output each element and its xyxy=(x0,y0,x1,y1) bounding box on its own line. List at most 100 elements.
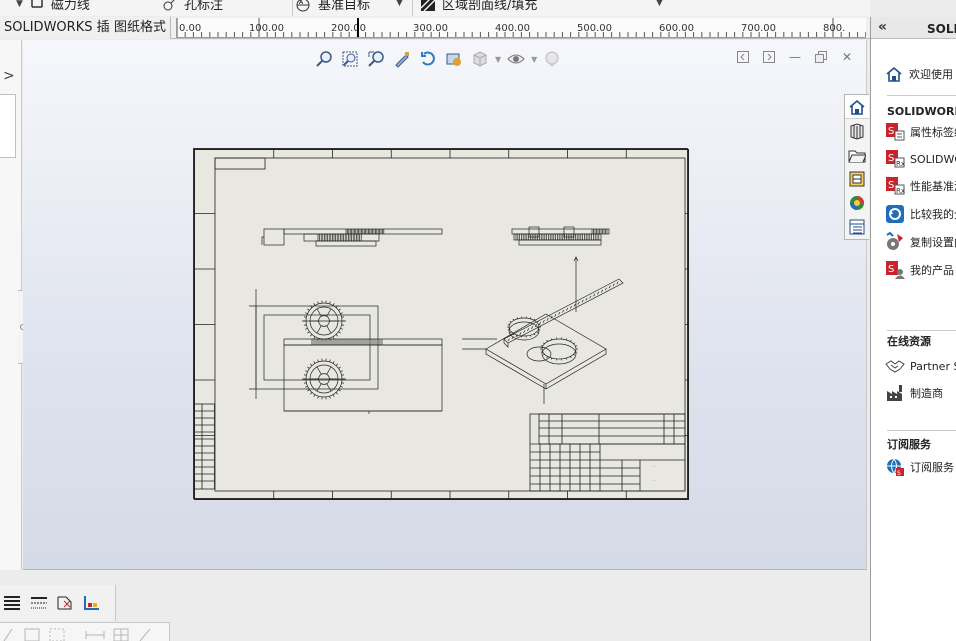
ruler-label: 0.00 xyxy=(179,23,201,34)
copy-settings-label: 复制设置向导 xyxy=(910,236,956,249)
tab-view-palette[interactable] xyxy=(845,167,869,191)
factory-icon xyxy=(887,385,902,401)
heads-up-view-toolbar: ▼ ▼ xyxy=(313,48,563,70)
rotate-view-button[interactable] xyxy=(417,49,439,69)
property-tab-builder-icon: S xyxy=(886,123,905,141)
cube-icon xyxy=(473,51,487,67)
dropdown-arrow-icon[interactable]: ▼ xyxy=(656,0,663,8)
magnet-line-command[interactable]: ▼ 磁力线 xyxy=(16,0,90,13)
benchmark-link[interactable]: SRx 性能基准测试 xyxy=(885,176,956,196)
ruler-label: 400.00 xyxy=(495,23,530,34)
view-orientation-button[interactable] xyxy=(469,49,491,69)
tab-solidworks-resources[interactable] xyxy=(845,95,869,119)
previous-view-button[interactable] xyxy=(365,49,387,69)
rotate-icon xyxy=(421,51,435,66)
svg-text:S: S xyxy=(888,264,894,275)
minimize-button[interactable]: — xyxy=(786,49,804,65)
color-display-icon[interactable] xyxy=(83,595,101,611)
subscription-services-link[interactable]: S 订阅服务 xyxy=(885,457,954,477)
tab-custom-properties[interactable] xyxy=(845,215,869,239)
solidworks-window: ▼ 磁力线 孔标注 A 基准目标 ▼ 区域剖面线/填充 ▼ SOLIDWORKS… xyxy=(0,0,956,641)
task-pane-tabs xyxy=(844,94,869,240)
ruler-label: 500.00 xyxy=(577,23,612,34)
drawing-sheet-canvas: . . . . . . xyxy=(194,149,689,500)
hatch-fill-command[interactable]: 区域剖面线/填充 xyxy=(420,0,537,13)
dropdown-arrow-icon[interactable]: ▼ xyxy=(16,0,23,9)
design-library-icon xyxy=(850,123,864,140)
hide-show-edges-icon[interactable] xyxy=(56,595,74,611)
compare-score-icon xyxy=(886,205,904,223)
subscription-services-label: 订阅服务 xyxy=(910,461,954,474)
graphics-area[interactable]: ▼ ▼ — ✕ . . . . . . xyxy=(23,40,867,570)
line-style-icon[interactable] xyxy=(30,595,48,611)
tab-appearances[interactable] xyxy=(845,191,869,215)
compare-score-link[interactable]: 比较我的分数 xyxy=(885,204,956,224)
restore-button[interactable] xyxy=(812,49,830,65)
zoom-area-icon xyxy=(342,51,358,67)
collapse-pane-icon[interactable]: « xyxy=(878,19,887,35)
tab-solidworks-addins[interactable]: SOLIDWORKS 插件 xyxy=(0,17,128,39)
datum-target-label: 基准目标 xyxy=(318,0,371,13)
hatch-fill-icon xyxy=(420,0,436,11)
tile-right-button[interactable] xyxy=(760,49,778,65)
eye-icon xyxy=(507,54,525,64)
ruler-ticks: 0.00 100.00 200.00 300.00 400.00 500.00 600.00… xyxy=(177,18,866,37)
dropdown-arrow-icon[interactable]: ▼ xyxy=(531,55,537,64)
section-view-button[interactable] xyxy=(391,49,413,69)
benchmark-label: 性能基准测试 xyxy=(910,180,956,193)
hide-show-items-button[interactable] xyxy=(505,49,527,69)
panel-stub xyxy=(0,94,16,158)
datum-target-icon: A xyxy=(296,0,310,11)
dropdown-arrow-icon[interactable]: ▼ xyxy=(396,0,403,8)
tile-left-button[interactable] xyxy=(734,49,752,65)
copy-settings-link[interactable]: 复制设置向导 xyxy=(885,232,956,252)
magnet-line-icon xyxy=(31,0,43,8)
feature-manager-collapsed: > xyxy=(0,40,30,570)
chevron-right-icon[interactable]: > xyxy=(3,68,15,84)
my-products-label: 我的产品 xyxy=(910,264,954,277)
property-tab-builder-link[interactable]: S 属性标签编制程序 xyxy=(885,122,956,142)
ruler-label: 100.00 xyxy=(249,23,284,34)
scene-button[interactable] xyxy=(541,49,563,69)
sketch-tools-icons xyxy=(3,628,151,641)
svg-text:. . .: . . . xyxy=(651,464,656,468)
bottom-toolbar xyxy=(0,585,116,621)
partner-solutions-link[interactable]: Partner Solutions xyxy=(885,356,956,376)
zoom-to-area-button[interactable] xyxy=(339,49,361,69)
tab-sheet-format[interactable]: 图纸格式 xyxy=(110,17,172,39)
my-products-link[interactable]: S 我的产品 xyxy=(885,260,954,280)
home-icon xyxy=(886,66,902,82)
display-style-button[interactable] xyxy=(443,49,465,69)
compare-score-label: 比较我的分数 xyxy=(910,208,956,221)
dropdown-arrow-icon[interactable]: ▼ xyxy=(495,55,501,64)
subscription-globe-icon: S xyxy=(887,458,904,477)
toolbar-separator xyxy=(292,0,293,16)
section-divider xyxy=(887,430,956,431)
horizontal-ruler: 0.00 100.00 200.00 300.00 400.00 500.00 600.00… xyxy=(176,18,866,38)
view-palette-icon xyxy=(849,171,865,187)
close-button[interactable]: ✕ xyxy=(838,49,856,65)
tab-file-explorer[interactable] xyxy=(845,143,869,167)
section-title-online: 在线资源 xyxy=(887,335,931,348)
tab-design-library[interactable] xyxy=(845,119,869,143)
zoom-to-fit-button[interactable] xyxy=(313,49,335,69)
magnet-line-label: 磁力线 xyxy=(50,0,90,13)
hole-callout-command[interactable]: 孔标注 xyxy=(162,0,223,13)
folder-icon xyxy=(848,150,866,163)
svg-text:S: S xyxy=(888,126,894,137)
solidworks-rx-link[interactable]: SRx SOLIDWORKS Rx xyxy=(885,149,956,169)
minimize-icon: — xyxy=(789,50,801,64)
line-weight-icon[interactable] xyxy=(3,595,21,611)
appearances-sphere-icon xyxy=(850,196,864,210)
benchmark-icon: S Rx xyxy=(886,177,905,195)
datum-target-command[interactable]: A 基准目标 xyxy=(296,0,370,13)
welcome-link[interactable]: 欢迎使用 xyxy=(885,65,953,83)
hatch-fill-label: 区域剖面线/填充 xyxy=(442,0,538,13)
zoom-to-fit-icon xyxy=(316,51,332,67)
solidworks-rx-icon: S Rx xyxy=(886,150,905,168)
manufacturers-link[interactable]: 制造商 xyxy=(885,383,943,403)
welcome-label: 欢迎使用 xyxy=(909,68,953,81)
drawing-sheet[interactable]: . . . . . . xyxy=(193,148,689,500)
toolbar-separator xyxy=(412,0,413,16)
task-pane-title: SOLIDWORKS 资源 xyxy=(927,22,956,36)
